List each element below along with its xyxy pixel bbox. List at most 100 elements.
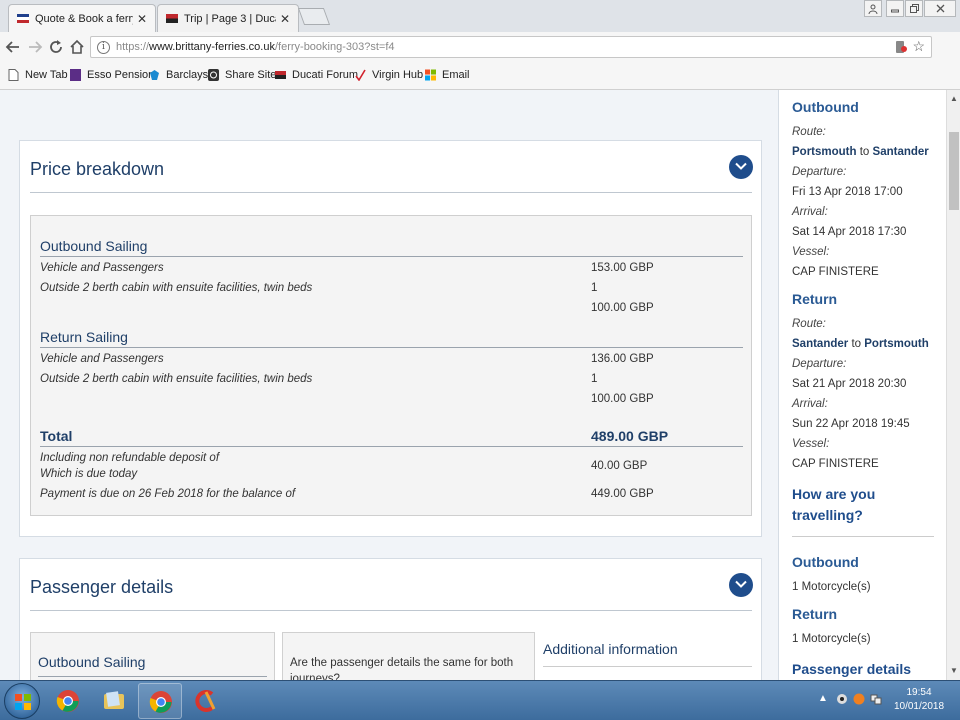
close-tab-icon[interactable]: ✕ [137,12,147,26]
collapse-price-button[interactable] [729,155,753,179]
pension-icon [70,69,81,81]
forward-arrow-icon[interactable] [26,38,44,56]
divider [38,676,267,677]
restore-icon[interactable] [905,0,923,17]
collapse-passenger-button[interactable] [729,573,753,597]
forum-icon [275,71,286,79]
minimize-icon[interactable] [886,0,904,17]
return-cabin-label: Outside 2 berth cabin with ensuite facil… [40,373,313,385]
outbound-cabin-qty: 1 [591,282,598,294]
webcam-icon[interactable] [836,693,848,705]
price-breakdown-title: Price breakdown [30,159,165,179]
taskbar-ccleaner[interactable] [184,683,228,719]
url-path: /ferry-booking-303?st=f4 [274,41,395,53]
balance-price: 449.00 GBP [591,488,654,500]
vessel-label: Vessel: [792,438,830,450]
travelling-title: How are you travelling? [792,484,875,526]
clock-time: 19:54 [906,687,932,698]
total-label: Total [40,428,73,444]
windows-taskbar: ▲ 19:54 10/01/2018 [0,680,960,720]
divider [543,666,752,667]
route-from: Santander [792,338,849,350]
url-host: www.brittany-ferries.co.uk [149,41,275,53]
taskbar-explorer[interactable] [92,683,136,719]
deposit-label-line2: Which is due today [40,468,138,480]
windows-logo-icon [425,69,436,81]
travelling-title-line2: travelling? [792,507,863,523]
tab-ducati-forum[interactable]: Trip | Page 3 | Ducati Forum ✕ [157,4,299,32]
outbound-cabin-label: Outside 2 berth cabin with ensuite facil… [40,282,313,294]
taskbar-chrome-active[interactable] [138,683,182,719]
folder-icon [104,691,124,709]
new-tab-button[interactable] [297,8,331,25]
deposit-label-line1: Including non refundable deposit of [40,452,220,464]
return-vehicle-price: 136.00 GBP [591,353,654,365]
passenger-details-title: Passenger details [30,577,174,597]
departure-label: Departure: [792,166,847,178]
bookmark-barclays[interactable]: Barclays [149,69,208,81]
return-vehicle-label: Vehicle and Passengers [40,353,164,365]
return-cabin-qty: 1 [591,373,598,385]
page-scrollbar[interactable]: ▲ ▼ [946,90,960,680]
bookmark-esso-pension[interactable]: Esso Pension [70,69,154,81]
info-icon[interactable]: i [97,40,110,54]
bookmark-email[interactable]: Email [425,69,470,81]
windows-logo-icon [15,694,31,710]
system-clock[interactable]: 19:54 10/01/2018 [892,686,946,714]
summary-outbound-title: Outbound [792,99,859,115]
scroll-up-icon[interactable]: ▲ [950,94,958,103]
scroll-down-icon[interactable]: ▼ [950,666,958,675]
bookmark-label: Share Site [225,69,277,81]
tab-brittany-ferries[interactable]: Quote & Book a ferry trip ✕ [8,4,156,32]
outbound-vehicle-price: 153.00 GBP [591,262,654,274]
deposit-price: 40.00 GBP [591,460,648,472]
return-cabin-price: 100.00 GBP [591,393,654,405]
bookmark-share-site[interactable]: Share Site [208,69,276,81]
bookmarks-bar: New Tab Esso Pension Barclays Share Site… [0,62,960,90]
back-arrow-icon[interactable] [4,38,22,56]
return-vessel: CAP FINISTERE [792,458,879,470]
address-bar[interactable]: i https://www.brittany-ferries.co.uk/fer… [90,36,932,58]
arrival-label: Arrival: [792,206,828,218]
avast-icon[interactable] [853,693,865,705]
total-price: 489.00 GBP [591,428,669,444]
route-to: Santander [872,146,929,158]
return-sailing-title: Return Sailing [40,329,128,345]
share-icon [208,69,219,81]
return-departure: Sat 21 Apr 2018 20:30 [792,378,907,390]
reload-icon[interactable] [47,38,65,56]
outbound-sailing-title: Outbound Sailing [40,238,148,254]
bookmark-ducati-forum[interactable]: Ducati Forum [275,69,358,81]
bookmark-new-tab[interactable]: New Tab [8,69,68,81]
same-details-question: Are the passenger details the same for b… [290,657,514,680]
divider [40,256,743,257]
arrival-label: Arrival: [792,398,828,410]
star-icon[interactable]: ☆ [912,38,925,55]
return-arrival: Sun 22 Apr 2018 19:45 [792,418,910,430]
chevron-down-icon [735,162,747,170]
route-from: Portsmouth [792,146,857,158]
clock-date: 10/01/2018 [893,701,945,712]
tab-label: Quote & Book a ferry trip [35,12,133,25]
route-to-word: to [859,146,870,158]
taskbar-chrome[interactable] [46,683,90,719]
home-icon[interactable] [68,38,86,56]
bookmark-virgin-hub[interactable]: Virgin Hub [355,69,423,81]
extension-icon[interactable] [895,40,907,54]
window-close-icon[interactable] [924,0,956,17]
start-button[interactable] [4,683,40,719]
scroll-thumb[interactable] [949,132,959,210]
network-icon[interactable] [870,693,882,705]
outbound-arrival: Sat 14 Apr 2018 17:30 [792,226,907,238]
route-to: Portsmouth [864,338,929,350]
divider [30,610,752,611]
passenger-outbound-panel: Outbound Sailing [30,632,275,680]
outbound-route: Portsmouth to Santander [792,146,929,158]
close-tab-icon[interactable]: ✕ [280,12,290,26]
url-protocol: https:// [116,41,150,53]
show-hidden-icons[interactable]: ▲ [818,693,828,704]
forum-favicon-icon [166,14,178,23]
outbound-cabin-price: 100.00 GBP [591,302,654,314]
user-icon[interactable] [864,0,882,17]
divider [40,347,743,348]
